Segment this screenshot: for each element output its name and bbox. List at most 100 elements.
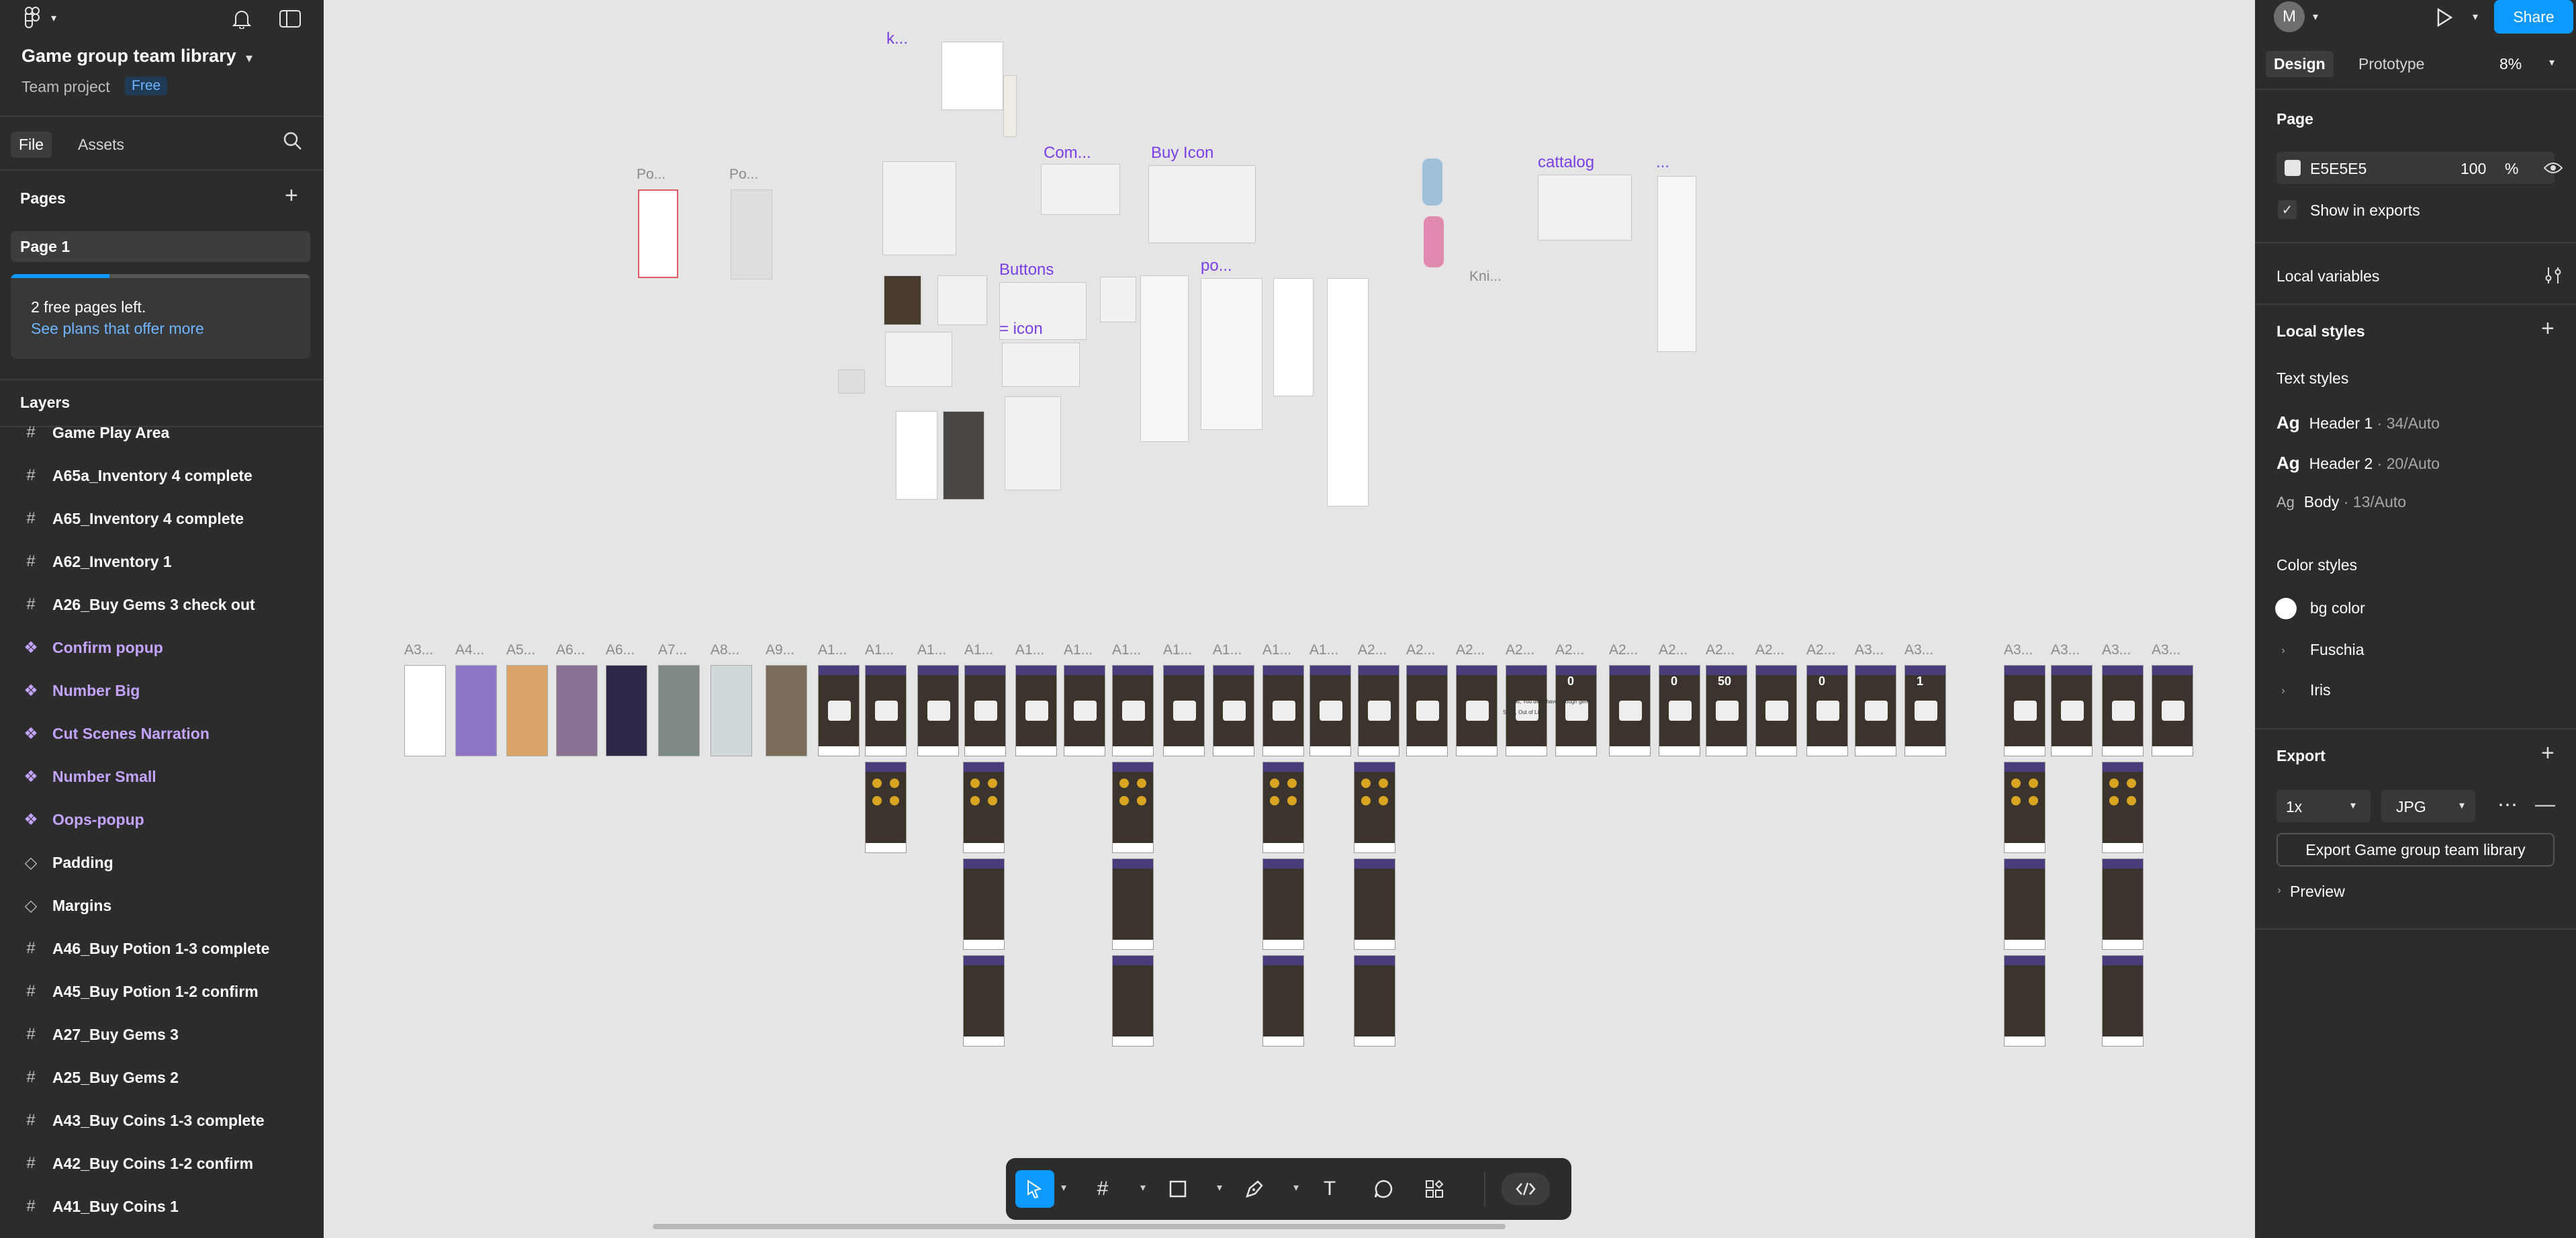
figma-menu-icon[interactable] <box>20 5 44 30</box>
game-screen-frame[interactable] <box>1213 665 1254 756</box>
game-screen-frame[interactable] <box>1262 665 1304 756</box>
cutscene-frame[interactable] <box>766 665 807 756</box>
layer-item[interactable]: # A62_Inventory 1 <box>0 540 324 583</box>
component-frame[interactable] <box>1003 75 1017 137</box>
character-art[interactable] <box>1469 165 1506 184</box>
component-frame[interactable] <box>941 42 1003 110</box>
search-icon[interactable] <box>283 132 302 156</box>
bg-hex-value[interactable]: E5E5E5 <box>2310 160 2366 178</box>
layer-item[interactable]: # A25_Buy Gems 2 <box>0 1056 324 1099</box>
play-icon[interactable] <box>2431 4 2458 31</box>
game-screen-frame[interactable] <box>1112 762 1154 853</box>
game-screen-frame[interactable] <box>2102 858 2144 950</box>
character-art[interactable] <box>1424 216 1444 267</box>
component-frame[interactable] <box>1041 164 1120 215</box>
component-frame[interactable] <box>838 369 865 394</box>
game-screen-frame[interactable] <box>2102 665 2144 756</box>
game-screen-frame[interactable] <box>1904 665 1946 756</box>
chevron-down-icon[interactable]: ▾ <box>2469 7 2482 27</box>
cutscene-frame[interactable] <box>606 665 647 756</box>
text-style-item[interactable]: Ag Body · 13/Auto <box>2276 493 2406 511</box>
component-frame[interactable] <box>1005 396 1061 490</box>
component-frame[interactable] <box>884 275 921 325</box>
bg-opacity-value[interactable]: 100 <box>2460 160 2486 178</box>
chevron-down-icon[interactable]: ▾ <box>246 50 252 67</box>
chevron-down-icon[interactable]: ▾ <box>47 7 60 30</box>
component-frame[interactable] <box>1140 275 1189 442</box>
layer-item[interactable]: ❖ Oops-popup <box>0 798 324 841</box>
component-frame[interactable] <box>937 275 987 325</box>
rectangle-tool-icon[interactable] <box>1162 1173 1194 1205</box>
layer-item[interactable]: ❖ Cut Scenes Narration <box>0 712 324 755</box>
frame-tool-icon[interactable]: # <box>1087 1173 1119 1205</box>
game-screen-frame[interactable] <box>1262 858 1304 950</box>
layer-item[interactable]: ◇ Padding <box>0 841 324 884</box>
game-screen-frame[interactable] <box>1555 665 1597 756</box>
chevron-down-icon[interactable]: ▾ <box>1061 1181 1066 1194</box>
game-screen-frame[interactable] <box>964 665 1006 756</box>
layer-item[interactable]: ❖ Confirm popup <box>0 626 324 669</box>
layer-item[interactable]: # A65_Inventory 4 complete <box>0 497 324 540</box>
chevron-down-icon[interactable]: ▾ <box>1217 1181 1222 1194</box>
game-screen-frame[interactable] <box>2004 665 2045 756</box>
layer-item[interactable]: ◇ Margins <box>0 884 324 927</box>
game-screen-frame[interactable] <box>2152 665 2193 756</box>
sidebar-toggle-icon[interactable] <box>277 5 304 32</box>
game-screen-frame[interactable] <box>1855 665 1896 756</box>
tab-design[interactable]: Design <box>2266 51 2334 77</box>
project-name[interactable]: Team project <box>21 78 110 96</box>
file-title[interactable]: Game group team library <box>21 46 236 67</box>
component-frame[interactable] <box>882 161 956 255</box>
game-screen-frame[interactable] <box>1659 665 1700 756</box>
export-button[interactable]: Export Game group team library <box>2276 833 2555 867</box>
cutscene-frame[interactable] <box>710 665 752 756</box>
component-frame[interactable] <box>1148 165 1256 243</box>
game-screen-frame[interactable] <box>1015 665 1057 756</box>
cutscene-frame[interactable] <box>506 665 548 756</box>
game-screen-frame[interactable] <box>1262 955 1304 1047</box>
remove-export-icon[interactable]: — <box>2532 791 2559 818</box>
component-frame[interactable] <box>1002 343 1080 387</box>
game-screen-frame[interactable] <box>1456 665 1498 756</box>
horizontal-scrollbar[interactable] <box>653 1224 1506 1229</box>
color-style-group[interactable]: Fuschia <box>2310 641 2364 659</box>
actions-tool-icon[interactable] <box>1418 1173 1451 1205</box>
game-screen-frame[interactable] <box>963 955 1005 1047</box>
chevron-right-icon[interactable]: › <box>2276 641 2290 661</box>
chevron-down-icon[interactable]: ▾ <box>2545 52 2559 73</box>
cutscene-frame[interactable] <box>658 665 700 756</box>
game-screen-frame[interactable] <box>963 858 1005 950</box>
move-tool-icon[interactable] <box>1015 1170 1054 1208</box>
game-screen-frame[interactable] <box>2004 858 2045 950</box>
game-screen-frame[interactable] <box>1262 762 1304 853</box>
component-frame[interactable] <box>1327 278 1369 506</box>
tab-assets[interactable]: Assets <box>70 132 132 158</box>
game-screen-frame[interactable] <box>2102 762 2144 853</box>
game-screen-frame[interactable] <box>2051 665 2092 756</box>
game-screen-frame[interactable] <box>2004 955 2045 1047</box>
layer-item[interactable]: ❖ Number Small <box>0 755 324 798</box>
game-screen-frame[interactable] <box>1163 665 1205 756</box>
chevron-right-icon[interactable]: › <box>2274 881 2285 900</box>
game-screen-frame[interactable] <box>963 762 1005 853</box>
component-frame[interactable] <box>885 332 952 387</box>
text-style-item[interactable]: Ag Header 1 · 34/Auto <box>2276 412 2440 433</box>
placeholder-frame[interactable] <box>638 189 678 278</box>
placeholder-frame[interactable] <box>731 189 772 279</box>
game-screen-frame[interactable] <box>1406 665 1448 756</box>
component-frame[interactable] <box>896 411 937 500</box>
bell-icon[interactable] <box>228 5 255 32</box>
cutscene-frame[interactable] <box>455 665 497 756</box>
game-screen-frame[interactable] <box>865 762 907 853</box>
preview-toggle[interactable]: Preview <box>2290 883 2345 901</box>
layer-item[interactable]: # A41_Buy Coins 1 <box>0 1185 324 1228</box>
layer-item[interactable]: ❖ Number Big <box>0 669 324 712</box>
game-screen-frame[interactable] <box>1064 665 1105 756</box>
catalog-frame[interactable] <box>1538 175 1632 240</box>
component-frame[interactable] <box>1657 176 1696 352</box>
game-screen-frame[interactable] <box>818 665 860 756</box>
eye-icon[interactable] <box>2541 157 2565 179</box>
game-screen-frame[interactable] <box>917 665 959 756</box>
cutscene-frame[interactable] <box>556 665 598 756</box>
chevron-down-icon[interactable]: ▾ <box>1140 1181 1146 1194</box>
